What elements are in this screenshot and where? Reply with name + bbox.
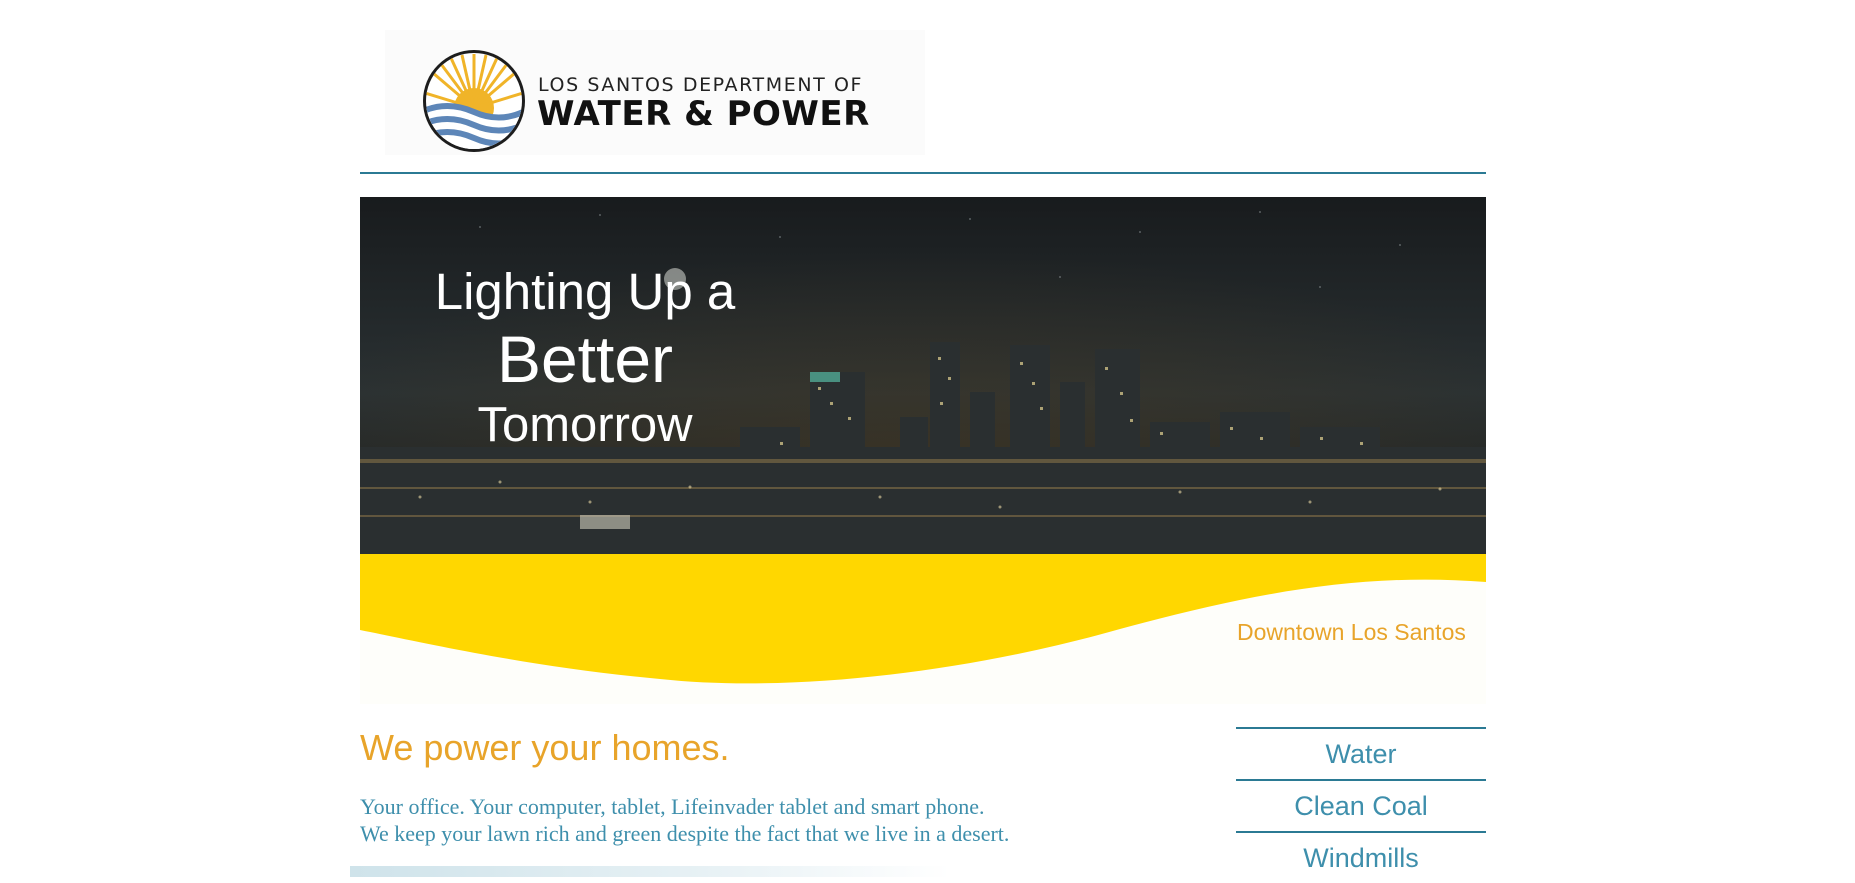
sidebar-item-clean-coal[interactable]: Clean Coal: [1236, 779, 1486, 831]
sun-waves-logo-icon: [423, 50, 525, 152]
main-heading: We power your homes.: [360, 727, 730, 768]
sidebar-nav: Water Clean Coal Windmills: [1236, 727, 1486, 883]
intro-paragraph-line1: Your office. Your computer, tablet, Life…: [360, 794, 985, 819]
logo-subtitle: LOS SANTOS DEPARTMENT OF: [538, 74, 864, 96]
logo-title: WATER & POWER: [537, 94, 870, 134]
site-logo[interactable]: LOS SANTOS DEPARTMENT OF WATER & POWER: [385, 30, 925, 155]
hero-headline: Lighting Up a Better Tomorrow: [420, 263, 750, 453]
intro-paragraph: Your office. Your computer, tablet, Life…: [360, 793, 1009, 847]
intro-paragraph-line2: We keep your lawn rich and green despite…: [360, 821, 1010, 846]
hero-headline-line3: Tomorrow: [477, 398, 693, 452]
hero-headline-line2: Better: [496, 322, 674, 396]
hero-caption: Downtown Los Santos: [1237, 619, 1466, 645]
sidebar-item-windmills[interactable]: Windmills: [1236, 831, 1486, 883]
cut-off-paragraph-line: [350, 866, 950, 877]
hero-headline-line1: Lighting Up a: [434, 263, 736, 320]
hero-banner: Lighting Up a Better Tomorrow: [360, 197, 1486, 554]
header-divider: [360, 172, 1486, 174]
sidebar-item-water[interactable]: Water: [1236, 727, 1486, 779]
